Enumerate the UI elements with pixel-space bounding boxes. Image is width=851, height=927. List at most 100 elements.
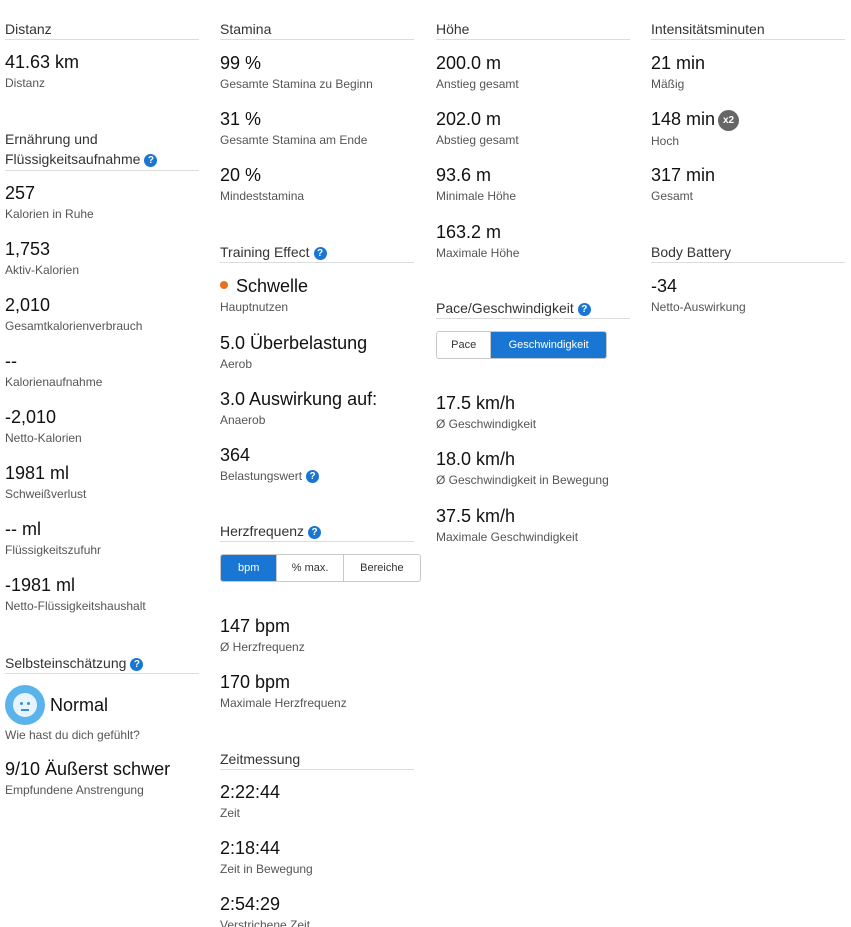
- stat-value: 2:22:44: [220, 782, 281, 802]
- tab-zones[interactable]: Bereiche: [344, 555, 420, 581]
- training-effect-title: Training Effect: [220, 244, 310, 260]
- stat-value: 31 %: [220, 109, 262, 129]
- pace-speed-toggle: Pace Geschwindigkeit: [436, 331, 607, 359]
- stat-label: Anaerob: [220, 413, 266, 427]
- stat-value: 17.5 km/h: [436, 393, 516, 413]
- stat-value: 1,753: [5, 239, 51, 259]
- stat-item: 18.0 km/h Ø Geschwindigkeit in Bewegung: [436, 448, 630, 505]
- help-icon[interactable]: ?: [308, 526, 322, 539]
- stat-label: Hauptnutzen: [220, 300, 289, 314]
- stat-label: Zeit in Bewegung: [220, 862, 313, 876]
- training-effect-header: Training Effect?: [220, 243, 414, 263]
- pace-header: Pace/Geschwindigkeit?: [436, 299, 630, 319]
- heart-rate-title: Herzfrequenz: [220, 523, 305, 539]
- stat-item: 257 Kalorien in Ruhe: [5, 182, 199, 238]
- stat-value: 200.0 m: [436, 53, 502, 73]
- stat-item: 21 min Mäßig: [651, 52, 845, 108]
- neutral-face-icon: [5, 685, 45, 725]
- help-icon[interactable]: ?: [306, 470, 320, 483]
- stat-item: 3.0 Auswirkung auf: Anaerob: [220, 388, 414, 444]
- stat-label: Zeit: [220, 806, 241, 820]
- heart-rate-unit-toggle: bpm % max. Bereiche: [220, 554, 421, 582]
- stat-item: 163.2 m Maximale Höhe: [436, 221, 630, 277]
- stat-item: 17.5 km/h Ø Geschwindigkeit: [436, 392, 630, 448]
- stat-item: 99 % Gesamte Stamina zu Beginn: [220, 52, 414, 108]
- stat-label: Netto-Auswirkung: [651, 300, 746, 314]
- elevation-header: Höhe: [436, 20, 630, 40]
- nutrition-header: Ernährung und Flüssigkeitsaufnahme?: [5, 129, 199, 171]
- stat-label: Maximale Geschwindigkeit: [436, 530, 579, 544]
- effort-label: Empfundene Anstrengung: [5, 783, 144, 797]
- stat-value: 202.0 m: [436, 109, 502, 129]
- stat-item: 202.0 m Abstieg gesamt: [436, 108, 630, 164]
- stat-label: Ø Geschwindigkeit in Bewegung: [436, 473, 609, 487]
- body-battery-header: Body Battery: [651, 243, 845, 263]
- stat-value: 41.63 km: [5, 52, 80, 72]
- stat-item: 5.0 Überbelastung Aerob: [220, 332, 414, 388]
- help-icon[interactable]: ?: [313, 247, 327, 260]
- stat-label: Kalorienaufnahme: [5, 375, 103, 389]
- stat-value: --: [5, 351, 17, 371]
- stat-item: 148 min x2 Hoch: [651, 108, 845, 164]
- stat-value: 93.6 m: [436, 165, 492, 185]
- stamina-header: Stamina: [220, 20, 414, 40]
- stat-value: 2:54:29: [220, 894, 281, 914]
- stat-label: Aktiv-Kalorien: [5, 263, 80, 277]
- stat-label: Abstieg gesamt: [436, 133, 519, 147]
- stat-label: Schweißverlust: [5, 487, 87, 501]
- help-icon[interactable]: ?: [144, 154, 158, 167]
- stat-label: Minimale Höhe: [436, 189, 517, 203]
- stat-label: Maximale Höhe: [436, 246, 520, 260]
- tab-percent-max[interactable]: % max.: [277, 555, 344, 581]
- stat-label: Netto-Kalorien: [5, 431, 82, 445]
- status-dot-icon: [220, 281, 228, 289]
- stat-item: 37.5 km/h Maximale Geschwindigkeit: [436, 505, 630, 561]
- nutrition-header-line1: Ernährung und: [5, 131, 98, 147]
- stat-value: -34: [651, 276, 678, 296]
- stat-item: 93.6 m Minimale Höhe: [436, 164, 630, 221]
- stat-item: 31 % Gesamte Stamina am Ende: [220, 108, 414, 164]
- heart-rate-header: Herzfrequenz?: [220, 522, 414, 542]
- stat-label: Aerob: [220, 357, 253, 371]
- tab-pace[interactable]: Pace: [437, 332, 492, 358]
- effort-value: 9/10 Äußerst schwer: [5, 759, 171, 779]
- stat-value: 148 min: [651, 109, 716, 129]
- stat-label: Flüssigkeitszufuhr: [5, 543, 102, 557]
- stat-effort: 9/10 Äußerst schwer Empfundene Anstrengu…: [5, 758, 199, 798]
- timing-header: Zeitmessung: [220, 750, 414, 770]
- stat-label: Kalorien in Ruhe: [5, 207, 94, 221]
- stat-value: -- ml: [5, 519, 41, 539]
- stat-value: 147 bpm: [220, 616, 291, 636]
- stat-item: 364 Belastungswert?: [220, 444, 414, 500]
- help-icon[interactable]: ?: [130, 658, 144, 671]
- stat-label: Belastungswert: [220, 469, 303, 483]
- stat-value: 1981 ml: [5, 463, 70, 483]
- tab-speed[interactable]: Geschwindigkeit: [491, 332, 606, 358]
- multiplier-badge: x2: [718, 110, 740, 131]
- stat-label: Maximale Herzfrequenz: [220, 696, 347, 710]
- stat-item: Schwelle Hauptnutzen: [220, 275, 414, 332]
- stat-label: Hoch: [651, 134, 680, 148]
- stat-value: 5.0 Überbelastung: [220, 333, 368, 353]
- mood-label: Wie hast du dich gefühlt?: [5, 728, 140, 742]
- stat-value: 18.0 km/h: [436, 449, 516, 469]
- pace-title: Pace/Geschwindigkeit: [436, 300, 574, 316]
- stat-distance: 41.63 km Distanz: [5, 51, 199, 91]
- intensity-header: Intensitätsminuten: [651, 20, 845, 40]
- stat-item: 2:18:44 Zeit in Bewegung: [220, 837, 414, 893]
- help-icon[interactable]: ?: [577, 303, 591, 316]
- stat-item: -- Kalorienaufnahme: [5, 350, 199, 406]
- stat-item: -34 Netto-Auswirkung: [651, 275, 845, 331]
- stat-item: 2:54:29 Verstrichene Zeit: [220, 893, 414, 927]
- stat-item: -2,010 Netto-Kalorien: [5, 406, 199, 462]
- stat-value: 2:18:44: [220, 838, 281, 858]
- stat-item: 147 bpm Ø Herzfrequenz: [220, 615, 414, 671]
- tab-bpm[interactable]: bpm: [221, 555, 278, 581]
- stat-value: 21 min: [651, 53, 706, 73]
- stat-value: 317 min: [651, 165, 716, 185]
- self-assessment-header: Selbsteinschätzung?: [5, 654, 199, 674]
- stat-item: -- ml Flüssigkeitszufuhr: [5, 518, 199, 574]
- stat-item: 317 min Gesamt: [651, 164, 845, 220]
- distance-header: Distanz: [5, 20, 199, 40]
- stat-value: 3.0 Auswirkung auf:: [220, 389, 378, 409]
